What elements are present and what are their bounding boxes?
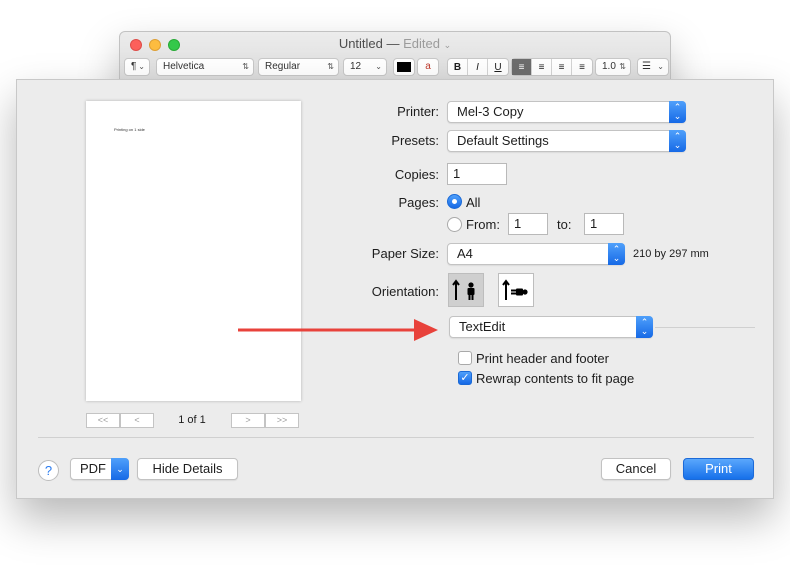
chevron-down-icon: ⌄ bbox=[111, 458, 129, 480]
pdf-menu-button[interactable]: PDF ⌄ bbox=[70, 458, 129, 480]
alignment-segmented: ≡ ≡ ≡ ≡ bbox=[511, 58, 593, 76]
pages-label: Pages: bbox=[398, 195, 439, 210]
text-color-well[interactable] bbox=[393, 58, 415, 76]
cancel-button[interactable]: Cancel bbox=[601, 458, 671, 480]
checkmark-icon: ✓ bbox=[460, 372, 470, 384]
list-style-popup[interactable]: ☰ ⌄ bbox=[637, 58, 669, 76]
line-spacing-label: 1.0 bbox=[602, 61, 616, 72]
font-style-label: Regular bbox=[265, 61, 301, 72]
align-left-icon[interactable]: ≡ bbox=[512, 59, 532, 75]
pages-from-label: From: bbox=[466, 217, 500, 232]
pages-all-radio[interactable] bbox=[447, 194, 462, 209]
updown-chevron-icon: ⌃ ⌄ bbox=[636, 316, 653, 338]
chevron-down-icon: ⌄ bbox=[657, 62, 664, 71]
pages-to-field[interactable]: 1 bbox=[584, 213, 624, 235]
updown-icon: ⇅ bbox=[242, 62, 249, 71]
printer-value: Mel-3 Copy bbox=[457, 104, 524, 119]
updown-icon: ⇅ bbox=[619, 62, 626, 71]
printer-popup[interactable]: Mel-3 Copy ⌃ ⌄ bbox=[447, 101, 686, 123]
hide-details-button[interactable]: Hide Details bbox=[137, 458, 238, 480]
orientation-landscape-button[interactable] bbox=[498, 273, 534, 307]
print-header-footer-label: Print header and footer bbox=[476, 351, 609, 366]
preview-page-text: Printing on 1 side bbox=[114, 127, 145, 132]
align-center-icon[interactable]: ≡ bbox=[532, 59, 552, 75]
format-toolbar: ¶ ⌄ Helvetica ⇅ Regular ⇅ 12 ⌄ a B I U ≡ ≡ ≡… bbox=[120, 58, 670, 80]
rewrap-contents-checkbox[interactable]: ✓ bbox=[458, 371, 472, 385]
strikethrough-a-icon: a bbox=[425, 61, 431, 72]
align-justify-icon[interactable]: ≡ bbox=[552, 59, 572, 75]
pdf-label: PDF bbox=[80, 461, 106, 476]
copies-field[interactable]: 1 bbox=[447, 163, 507, 185]
portrait-person-icon bbox=[452, 279, 475, 300]
copies-label: Copies: bbox=[394, 167, 439, 182]
window-title-text: Untitled bbox=[338, 36, 383, 51]
print-sheet: Printing on 1 side << < 1 of 1 > >> Prin… bbox=[16, 79, 774, 499]
annotation-arrow-icon bbox=[238, 319, 438, 341]
paper-size-value: A4 bbox=[457, 246, 473, 261]
font-family-popup[interactable]: Helvetica ⇅ bbox=[156, 58, 254, 76]
font-traits-segmented: B I U bbox=[447, 58, 509, 76]
pages-all-label: All bbox=[466, 195, 481, 210]
print-button[interactable]: Print bbox=[683, 458, 754, 480]
updown-icon: ⇅ bbox=[327, 62, 334, 71]
line-spacing-popup[interactable]: 1.0 ⇅ bbox=[595, 58, 631, 76]
first-page-button[interactable]: << bbox=[86, 413, 120, 428]
help-button[interactable]: ? bbox=[38, 460, 59, 481]
previous-page-button[interactable]: < bbox=[120, 413, 154, 428]
paper-size-popup[interactable]: A4 ⌃ ⌄ bbox=[447, 243, 625, 265]
font-family-label: Helvetica bbox=[163, 61, 205, 72]
orientation-portrait-button[interactable] bbox=[448, 273, 484, 307]
pages-from-field[interactable]: 1 bbox=[508, 213, 548, 235]
chevron-down-icon: ⌄ bbox=[138, 62, 145, 71]
section-separator bbox=[655, 327, 755, 328]
presets-popup[interactable]: Default Settings ⌃ ⌄ bbox=[447, 130, 686, 152]
background-color-well[interactable]: a bbox=[417, 58, 439, 76]
paper-size-dimensions: 210 by 297 mm bbox=[633, 248, 709, 260]
footer-divider bbox=[38, 437, 754, 438]
print-preview-page: Printing on 1 side bbox=[86, 101, 301, 401]
bold-button[interactable]: B bbox=[448, 59, 468, 75]
updown-chevron-icon: ⌃ ⌄ bbox=[669, 101, 686, 123]
paragraph-style-popup[interactable]: ¶ ⌄ bbox=[124, 58, 150, 76]
printer-label: Printer: bbox=[397, 104, 439, 119]
last-page-button[interactable]: >> bbox=[265, 413, 299, 428]
next-page-button[interactable]: > bbox=[231, 413, 265, 428]
print-options-section-value: TextEdit bbox=[459, 319, 506, 334]
paragraph-style-label: ¶ bbox=[131, 61, 137, 72]
window-title: Untitled — Edited ⌄ bbox=[120, 36, 670, 51]
presets-value: Default Settings bbox=[457, 133, 549, 148]
orientation-label: Orientation: bbox=[371, 284, 439, 299]
italic-button[interactable]: I bbox=[468, 59, 488, 75]
updown-chevron-icon: ⌃ ⌄ bbox=[669, 130, 686, 152]
rewrap-contents-label: Rewrap contents to fit page bbox=[476, 371, 635, 386]
underline-button[interactable]: U bbox=[488, 59, 508, 75]
font-style-popup[interactable]: Regular ⇅ bbox=[258, 58, 339, 76]
text-color-swatch bbox=[397, 62, 411, 72]
presets-label: Presets: bbox=[391, 133, 439, 148]
edited-indicator[interactable]: Edited bbox=[403, 36, 440, 51]
align-right-icon[interactable]: ≡ bbox=[572, 59, 592, 75]
paper-size-label: Paper Size: bbox=[371, 246, 439, 261]
pages-to-label: to: bbox=[557, 217, 572, 232]
landscape-person-icon bbox=[502, 279, 528, 300]
print-options-section-popup[interactable]: TextEdit ⌃ ⌄ bbox=[449, 316, 653, 338]
font-size-label: 12 bbox=[350, 61, 362, 72]
chevron-down-icon: ⌄ bbox=[375, 62, 382, 71]
font-size-combo[interactable]: 12 ⌄ bbox=[343, 58, 387, 76]
window-title-separator: — bbox=[382, 36, 404, 51]
print-header-footer-checkbox[interactable] bbox=[458, 351, 472, 365]
page-count: 1 of 1 bbox=[178, 414, 206, 426]
pages-range-radio[interactable] bbox=[447, 217, 462, 232]
list-icon: ☰ bbox=[642, 61, 651, 72]
updown-chevron-icon: ⌃ ⌄ bbox=[608, 243, 625, 265]
chevron-down-icon[interactable]: ⌄ bbox=[444, 40, 452, 50]
